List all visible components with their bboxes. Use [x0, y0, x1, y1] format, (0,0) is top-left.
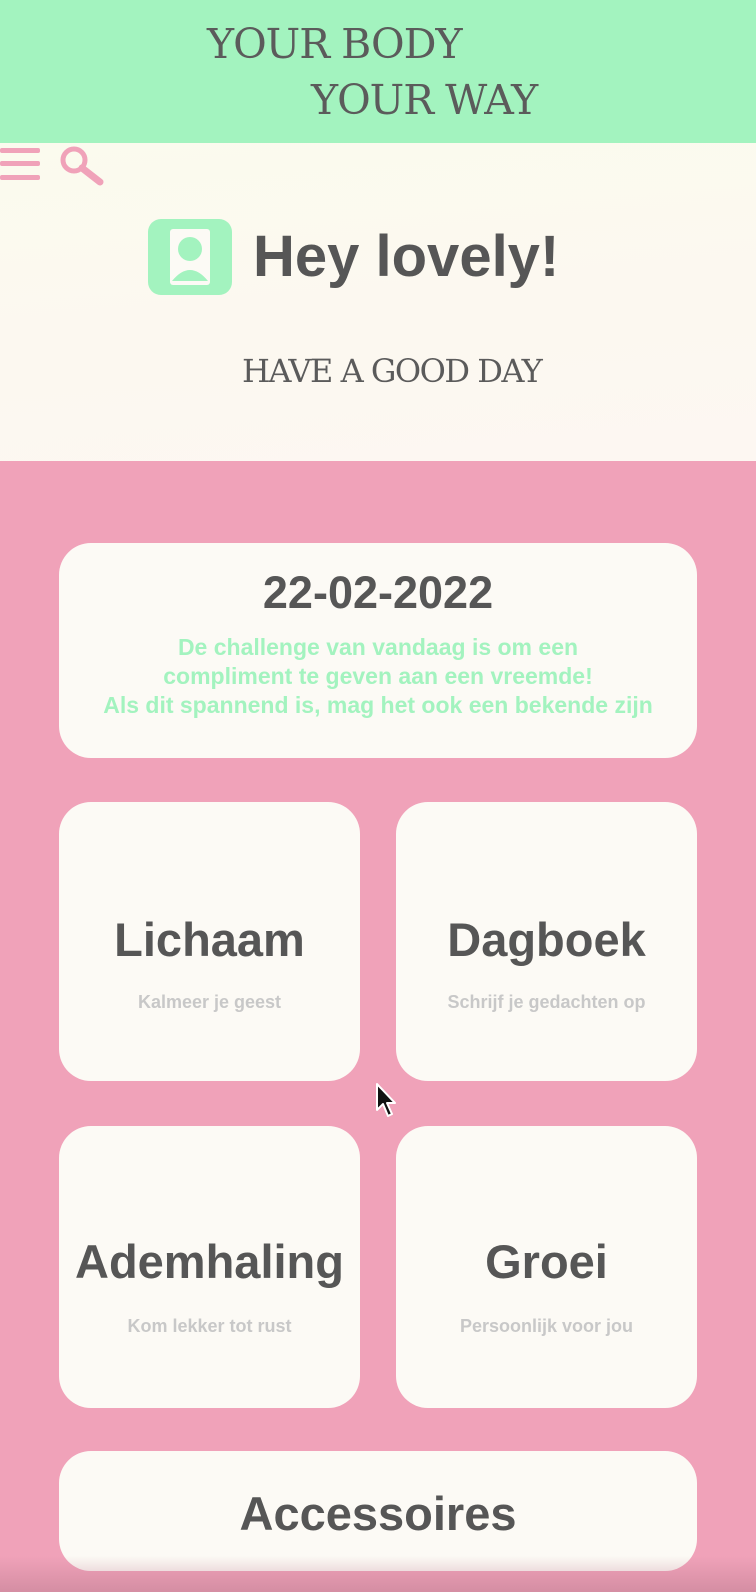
search-icon[interactable]	[58, 145, 106, 189]
tile-subtitle: Kalmeer je geest	[137, 992, 282, 1012]
tile-title: Lichaam	[114, 913, 305, 966]
challenge-text: De challenge van vandaag is om een compl…	[59, 633, 697, 720]
challenge-text-line: Als dit spannend is, mag het ook een bek…	[103, 692, 653, 718]
accessoires-title: Accessoires	[239, 1487, 517, 1540]
app-header: YOUR BODY YOUR WAY	[0, 0, 756, 143]
brand-title-line-2: YOUR WAY	[311, 76, 538, 124]
hamburger-menu-icon[interactable]	[0, 148, 40, 184]
tile-subtitle: Persoonlijk voor jou	[459, 1316, 634, 1336]
tile-subtitle: Kom lekker tot rust	[127, 1316, 292, 1336]
mouse-pointer-icon	[375, 1082, 399, 1120]
tagline-text: HAVE A GOOD DAY	[242, 352, 543, 390]
tile-title: Dagboek	[447, 913, 646, 966]
brand-title-line-1: YOUR BODY	[207, 20, 463, 68]
challenge-text-line: De challenge van vandaag is om een	[177, 634, 579, 660]
daily-challenge-card[interactable]: 22-02-2022 De challenge van vandaag is o…	[59, 543, 697, 758]
profile-avatar-icon[interactable]	[148, 219, 232, 295]
tile-subtitle: Schrijf je gedachten op	[447, 992, 646, 1012]
tile-title: Groei	[485, 1235, 608, 1288]
challenge-text-line: compliment te geven aan een vreemde!	[163, 663, 593, 689]
tile-lichaam[interactable]: Lichaam Kalmeer je geest	[59, 802, 360, 1081]
accessoires-card[interactable]: Accessoires	[59, 1451, 697, 1571]
hero-section	[0, 143, 756, 461]
tile-title: Ademhaling	[75, 1235, 344, 1288]
tile-ademhaling[interactable]: Ademhaling Kom lekker tot rust	[59, 1126, 360, 1408]
tile-dagboek[interactable]: Dagboek Schrijf je gedachten op	[396, 802, 697, 1081]
tile-groei[interactable]: Groei Persoonlijk voor jou	[396, 1126, 697, 1408]
challenge-date: 22-02-2022	[262, 567, 494, 618]
greeting-heading: Hey lovely!	[253, 224, 560, 289]
